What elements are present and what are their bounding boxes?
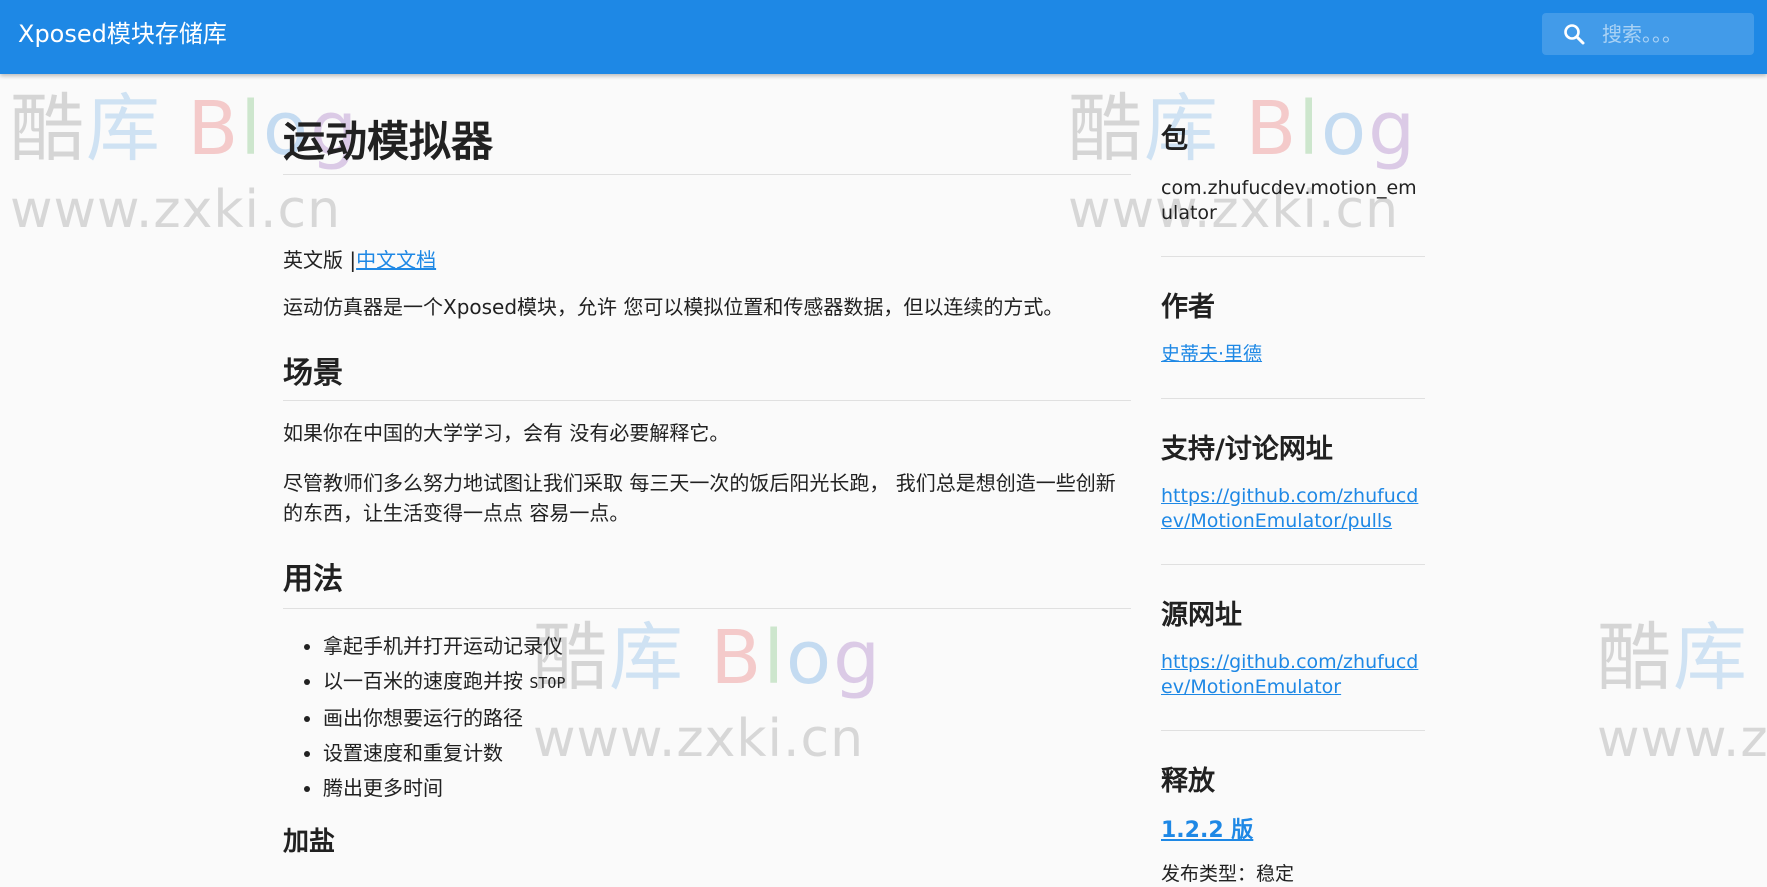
package-heading: 包 bbox=[1161, 124, 1188, 155]
section-heading-scene: 场景 bbox=[283, 356, 343, 391]
section-divider bbox=[283, 400, 1131, 401]
release-heading: 释放 bbox=[1161, 766, 1215, 797]
watermark-url: www.zxki.cn bbox=[1597, 709, 1767, 769]
source-heading: 源网址 bbox=[1161, 600, 1242, 631]
page-title: 运动模拟器 bbox=[283, 117, 494, 166]
author-link[interactable]: 史蒂夫·里德 bbox=[1161, 342, 1425, 367]
search-input[interactable] bbox=[1602, 13, 1742, 55]
search-box[interactable] bbox=[1542, 13, 1754, 55]
package-value: com.zhufucdev.motion_emulator bbox=[1161, 177, 1417, 224]
intro-paragraph: 运动仿真器是一个Xposed模块，允许 您可以模拟位置和传感器数据，但以连续的方… bbox=[283, 295, 1064, 319]
sidebar-divider bbox=[1161, 256, 1425, 257]
watermark-logo: 酷库 Blog bbox=[533, 615, 883, 701]
watermark: 酷库 Blog www.zxki.cn bbox=[533, 613, 903, 783]
list-item: 设置速度和重复计数 bbox=[323, 736, 565, 771]
watermark-url: www.zxki.cn bbox=[10, 180, 342, 240]
release-type: 发布类型：稳定 bbox=[1161, 863, 1295, 885]
title-divider bbox=[283, 174, 1131, 175]
lang-en-label: 英文版 | bbox=[283, 248, 357, 272]
watermark: 酷库 Blog www.zxki.cn bbox=[1068, 84, 1438, 254]
stop-code: STOP bbox=[529, 674, 566, 692]
source-link[interactable]: https://github.com/zhufucdev/MotionEmula… bbox=[1161, 650, 1425, 700]
site-brand[interactable]: Xposed模块存储库 bbox=[18, 16, 227, 52]
watermark-logo: 酷库 Blog bbox=[1068, 86, 1418, 172]
section-heading-usage: 用法 bbox=[283, 562, 343, 597]
sidebar-divider bbox=[1161, 730, 1425, 731]
search-icon bbox=[1564, 24, 1585, 45]
section-divider bbox=[283, 608, 1131, 609]
scene-paragraph-1: 如果你在中国的大学学习，会有 没有必要解释它。 bbox=[283, 421, 730, 445]
list-item: 拿起手机并打开运动记录仪 bbox=[323, 629, 565, 664]
usage-list: 拿起手机并打开运动记录仪 以一百米的速度跑并按 STOP 画出你想要运行的路径 … bbox=[283, 629, 565, 806]
scene-paragraph-2: 尽管教师们多么努力地试图让我们采取 每三天一次的饭后阳光长跑， 我们总是想创造一… bbox=[283, 471, 1116, 525]
release-link[interactable]: 1.2.2 版 bbox=[1161, 816, 1253, 846]
watermark-logo: 酷库 bbox=[1597, 615, 1749, 701]
sidebar-divider bbox=[1161, 564, 1425, 565]
list-item: 以一百米的速度跑并按 STOP bbox=[323, 664, 565, 701]
watermark-url: www.zxki.cn bbox=[533, 709, 865, 769]
list-item: 腾出更多时间 bbox=[323, 771, 565, 806]
sidebar-divider bbox=[1161, 398, 1425, 399]
support-link[interactable]: https://github.com/zhufucdev/MotionEmula… bbox=[1161, 484, 1425, 534]
watermark: 酷库 www.zxki.cn bbox=[1597, 613, 1767, 783]
author-heading: 作者 bbox=[1161, 292, 1215, 323]
lang-cn-link[interactable]: 中文文档 bbox=[356, 248, 436, 272]
support-heading: 支持/讨论网址 bbox=[1161, 434, 1333, 465]
language-switch: 英文版 |中文文档 bbox=[283, 246, 436, 274]
app-bar: Xposed模块存储库 bbox=[0, 0, 1767, 74]
section-heading-salt: 加盐 bbox=[283, 827, 336, 857]
list-item: 画出你想要运行的路径 bbox=[323, 701, 565, 736]
